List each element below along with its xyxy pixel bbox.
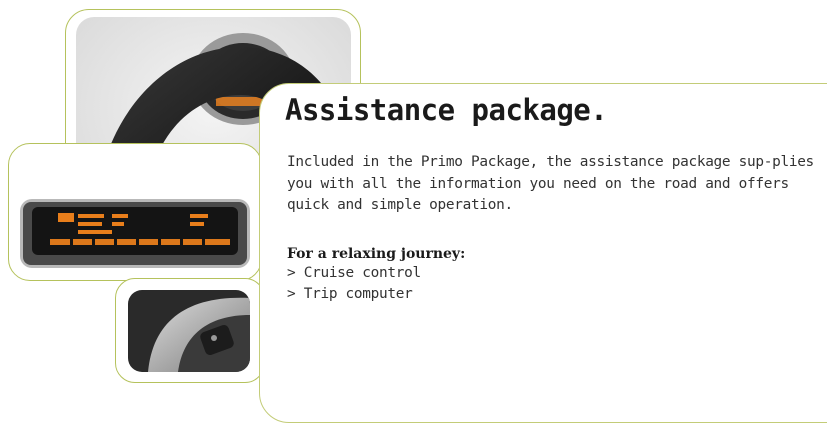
- features-subheading: For a relaxing journey:: [287, 246, 466, 262]
- page-title: Assistance package.: [285, 93, 608, 127]
- intro-paragraph: Included in the Primo Package, the assis…: [287, 154, 814, 213]
- feature-item-cruise-control: > Cruise control: [287, 265, 421, 281]
- feature-list: > Cruise control > Trip computer: [287, 263, 421, 305]
- instrument-display-photo: [20, 199, 250, 268]
- cruise-control-switch-photo: [128, 290, 250, 372]
- feature-item-trip-computer: > Trip computer: [287, 286, 413, 302]
